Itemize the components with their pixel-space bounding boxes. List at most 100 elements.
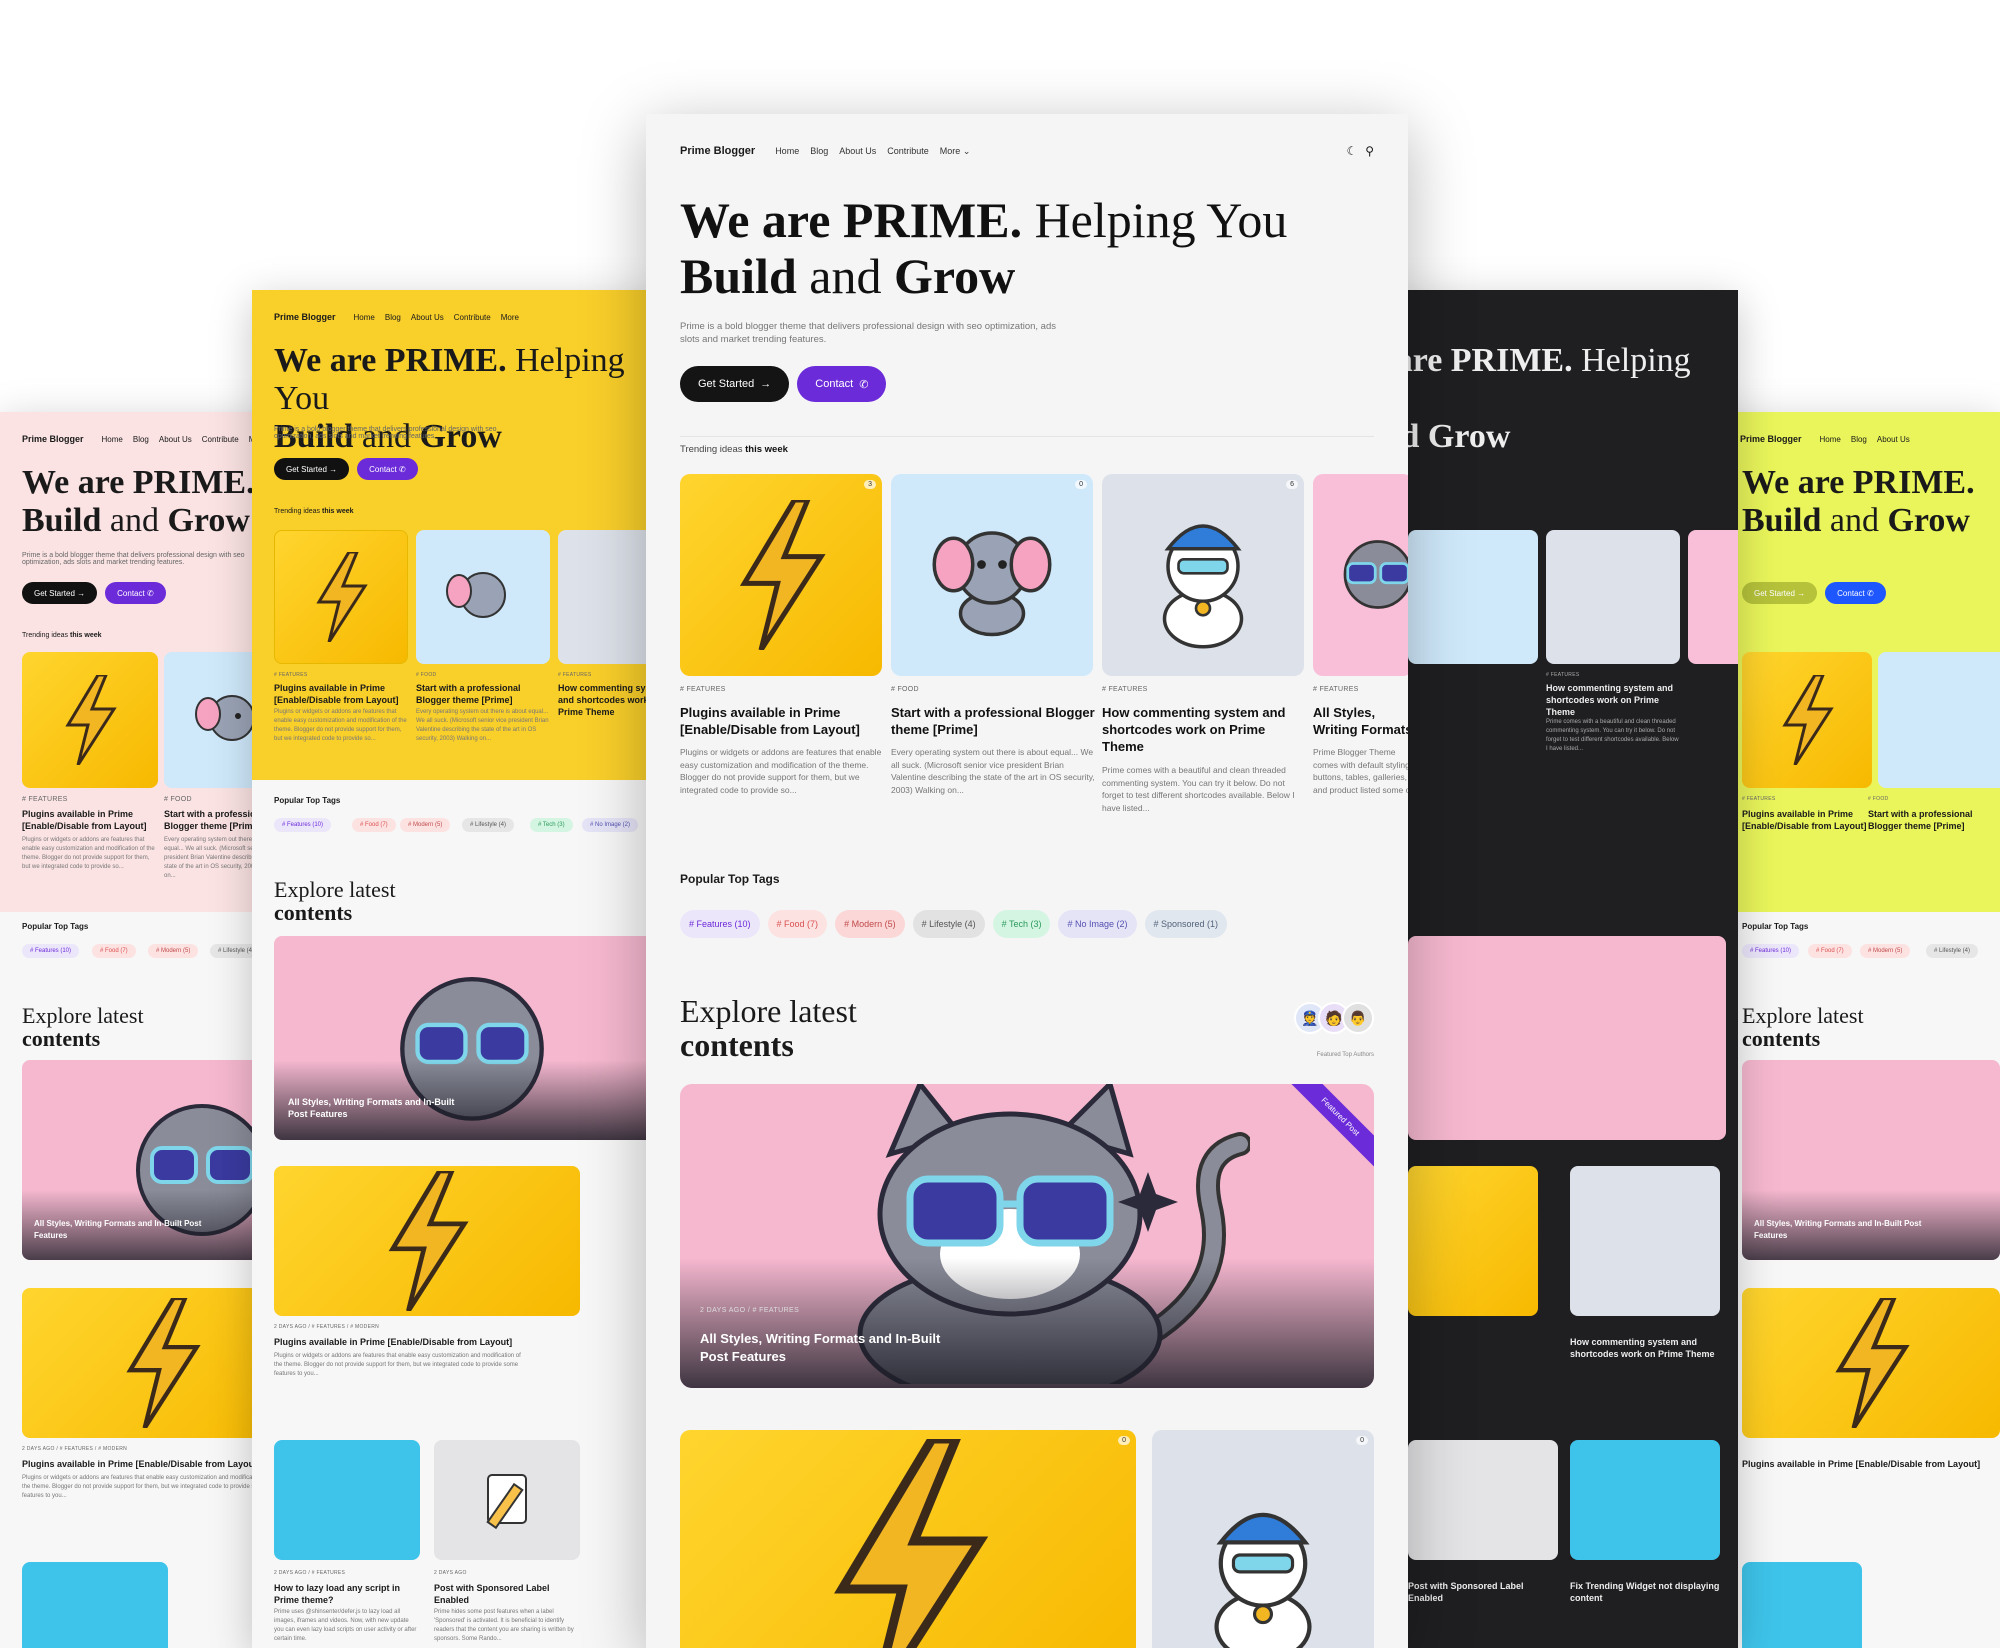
yellow-nav-more[interactable]: More xyxy=(501,313,519,322)
lime-card-bolt[interactable] xyxy=(1742,652,1872,788)
dark-calico-card[interactable] xyxy=(1570,1440,1720,1560)
dark-bolt-card[interactable] xyxy=(1408,1166,1538,1316)
yellow-post2-title[interactable]: How to lazy load any script in Prime the… xyxy=(274,1582,420,1606)
nav-about[interactable]: About Us xyxy=(839,146,876,156)
pink-bolt-post[interactable] xyxy=(22,1288,290,1438)
dark-post-title[interactable]: How commenting system and shortcodes wor… xyxy=(1570,1336,1720,1360)
yellow-nav-blog[interactable]: Blog xyxy=(385,313,401,322)
card3-title[interactable]: How commenting system and shortcodes wor… xyxy=(1102,704,1292,755)
yellow-post-title[interactable]: Plugins available in Prime [Enable/Disab… xyxy=(274,1336,574,1348)
pink-nav-contribute[interactable]: Contribute xyxy=(202,435,239,444)
tag-modern[interactable]: # Modern (5) xyxy=(835,910,905,938)
pink-tag-modern[interactable]: # Modern (5) xyxy=(148,944,199,958)
lime-get-started-button[interactable]: Get Started → xyxy=(1742,582,1818,604)
yellow-tag-modern[interactable]: # Modern (5) xyxy=(400,818,451,832)
lime-brand[interactable]: Prime Blogger xyxy=(1740,434,1802,444)
search-icon[interactable]: ⚲ xyxy=(1365,144,1374,158)
yellow-post3-title[interactable]: Post with Sponsored Label Enabled xyxy=(434,1582,580,1606)
pink-post-title[interactable]: Plugins available in Prime [Enable/Disab… xyxy=(22,1458,290,1470)
trending-card-styles[interactable] xyxy=(1313,474,1408,676)
lime-bolt-post[interactable] xyxy=(1742,1288,2000,1438)
lime-tag-food[interactable]: # Food (7) xyxy=(1808,944,1852,958)
post-card-commenting[interactable]: 0 xyxy=(1152,1430,1374,1648)
tag-features[interactable]: # Features (10) xyxy=(680,910,760,938)
card2-category[interactable]: # FOOD xyxy=(891,686,919,693)
lime-post-title[interactable]: Plugins available in Prime [Enable/Disab… xyxy=(1742,1458,2000,1470)
yellow-pencil-card[interactable] xyxy=(434,1440,580,1560)
card1-title[interactable]: Plugins available in Prime [Enable/Disab… xyxy=(680,704,884,738)
moon-icon[interactable]: ☾ xyxy=(1346,144,1357,158)
dark-featured-card[interactable] xyxy=(1408,936,1726,1140)
trending-card-commenting[interactable]: 6 xyxy=(1102,474,1304,676)
nav-contribute[interactable]: Contribute xyxy=(887,146,929,156)
pink-nav-about[interactable]: About Us xyxy=(159,435,192,444)
get-started-button[interactable]: Get Started → xyxy=(680,366,790,402)
lime-card2-title[interactable]: Start with a professional Blogger theme … xyxy=(1868,808,1992,832)
pink-tag-features[interactable]: # Features (10) xyxy=(22,944,80,958)
yellow-card2-title[interactable]: Start with a professional Blogger theme … xyxy=(416,682,550,706)
pink-tag-food[interactable]: # Food (7) xyxy=(92,944,136,958)
tag-food[interactable]: # Food (7) xyxy=(767,910,828,938)
yellow-get-started-button[interactable]: Get Started → xyxy=(274,458,350,480)
yellow-tag-features[interactable]: # Features (10) xyxy=(274,818,332,832)
dark-post3-title[interactable]: Fix Trending Widget not displaying conte… xyxy=(1570,1580,1720,1604)
nav-home[interactable]: Home xyxy=(775,146,799,156)
dark-card-elephant[interactable] xyxy=(1408,530,1538,664)
trending-card-professional[interactable]: 0 xyxy=(891,474,1093,676)
card2-title[interactable]: Start with a professional Blogger theme … xyxy=(891,704,1095,738)
dark-post2-title[interactable]: Post with Sponsored Label Enabled xyxy=(1408,1580,1558,1604)
lime-nav-blog[interactable]: Blog xyxy=(1851,435,1867,444)
yellow-card-bolt[interactable] xyxy=(274,530,408,664)
yellow-nav-home[interactable]: Home xyxy=(354,313,375,322)
pink-brand[interactable]: Prime Blogger xyxy=(22,434,84,444)
featured-post-card[interactable]: 2 DAYS AGO / # FEATURES All Styles, Writ… xyxy=(680,1084,1374,1388)
card4-title[interactable]: All Styles, Writing Formats and In-Built… xyxy=(1313,704,1408,738)
contact-button[interactable]: Contact ✆ xyxy=(797,366,887,402)
yellow-brand[interactable]: Prime Blogger xyxy=(274,312,336,322)
lime-card1-title[interactable]: Plugins available in Prime [Enable/Disab… xyxy=(1742,808,1872,832)
dark-pencil-card[interactable] xyxy=(1408,1440,1558,1560)
yellow-nav-contribute[interactable]: Contribute xyxy=(454,313,491,322)
nav-more[interactable]: More ⌄ xyxy=(940,146,971,157)
dark-card3-title[interactable]: How commenting system and shortcodes wor… xyxy=(1546,682,1680,718)
pink-get-started-button[interactable]: Get Started → xyxy=(22,582,98,604)
card4-category[interactable]: # FEATURES xyxy=(1313,686,1359,693)
pink-card1-title[interactable]: Plugins available in Prime [Enable/Disab… xyxy=(22,808,158,832)
tag-no-image[interactable]: # No Image (2) xyxy=(1058,910,1137,938)
lime-contact-button[interactable]: Contact ✆ xyxy=(1825,582,1886,604)
yellow-calico-card[interactable] xyxy=(274,1440,420,1560)
yellow-card1-title[interactable]: Plugins available in Prime [Enable/Disab… xyxy=(274,682,408,706)
lime-tag-features[interactable]: # Features (10) xyxy=(1742,944,1800,958)
brand-logo[interactable]: Prime Blogger xyxy=(680,145,755,157)
lime-tag-lifestyle[interactable]: # Lifestyle (4) xyxy=(1926,944,1979,958)
yellow-contact-button[interactable]: Contact ✆ xyxy=(357,458,418,480)
pink-featured-card[interactable]: All Styles, Writing Formats and In-Built… xyxy=(22,1060,290,1260)
pink-nav-blog[interactable]: Blog xyxy=(133,435,149,444)
tag-tech[interactable]: # Tech (3) xyxy=(992,910,1051,938)
dark-card-bear[interactable] xyxy=(1546,530,1680,664)
dark-card-cat[interactable] xyxy=(1688,530,1738,664)
avatar[interactable]: 👨 xyxy=(1342,1002,1374,1034)
tag-lifestyle[interactable]: # Lifestyle (4) xyxy=(912,910,985,938)
yellow-featured-card[interactable]: All Styles, Writing Formats and In-Built… xyxy=(274,936,672,1140)
trending-card-plugins[interactable]: 3 xyxy=(680,474,882,676)
lime-card-elephant[interactable] xyxy=(1878,652,2000,788)
yellow-nav-about[interactable]: About Us xyxy=(411,313,444,322)
post-card-plugins[interactable]: 0 xyxy=(680,1430,1136,1648)
dark-bear-card[interactable] xyxy=(1570,1166,1720,1316)
lime-featured-card[interactable]: All Styles, Writing Formats and In-Built… xyxy=(1742,1060,2000,1260)
yellow-tag-noimage[interactable]: # No Image (2) xyxy=(582,818,639,832)
yellow-tag-food[interactable]: # Food (7) xyxy=(352,818,396,832)
pink-nav-home[interactable]: Home xyxy=(102,435,123,444)
tag-sponsored[interactable]: # Sponsored (1) xyxy=(1144,910,1228,938)
lime-nav-home[interactable]: Home xyxy=(1820,435,1841,444)
yellow-tag-tech[interactable]: # Tech (3) xyxy=(530,818,573,832)
card1-category[interactable]: # FEATURES xyxy=(680,686,726,693)
lime-tag-modern[interactable]: # Modern (5) xyxy=(1860,944,1911,958)
yellow-bolt-post[interactable] xyxy=(274,1166,580,1316)
nav-blog[interactable]: Blog xyxy=(810,146,828,156)
card3-category[interactable]: # FEATURES xyxy=(1102,686,1148,693)
pink-contact-button[interactable]: Contact ✆ xyxy=(105,582,166,604)
yellow-tag-lifestyle[interactable]: # Lifestyle (4) xyxy=(462,818,515,832)
lime-calico-card[interactable] xyxy=(1742,1562,1862,1648)
